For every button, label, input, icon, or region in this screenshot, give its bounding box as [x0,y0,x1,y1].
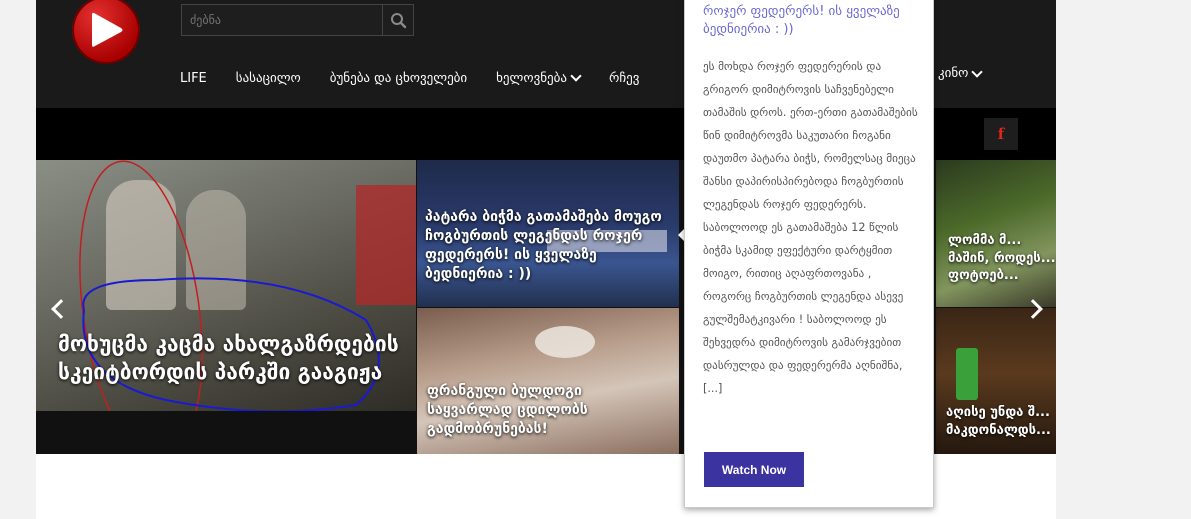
slide-old-man-skatepark[interactable]: მოხუცმა კაცმა ახალგაზრდების სკეიტბორდის … [36,160,416,411]
slide-lion[interactable]: ლომმა მ... მაშინ, როდეს... ფოტოებ... [936,160,1056,307]
popup-title[interactable]: როჯერ ფედერერს! ის ყველაზე ბედნიერია : )… [703,3,918,39]
slide-french-bulldog[interactable]: ფრანგული ბულდოგი საყვარლად ცდილობს გადმო… [417,308,679,454]
search-box [181,4,414,36]
nav-item-nature-animals[interactable]: ბუნება და ცხოველები [330,66,467,90]
chevron-down-icon [570,70,582,82]
slide-caption: პატარა ბიჭმა გათამაშება მოუგო ჩოგბურთის … [425,209,662,282]
slide-caption: აღისე უნდა შ... მაკდონალდს... [946,405,1051,438]
slide-federer-boy[interactable]: პატარა ბიჭმა გათამაშება მოუგო ჩოგბურთის … [417,160,679,307]
chevron-down-icon [971,65,984,78]
watch-now-button[interactable]: Watch Now [704,452,804,487]
play-logo-icon[interactable] [72,0,140,64]
nav-item-funny[interactable]: სასაცილო [236,66,301,90]
nav-item-life[interactable]: LIFE [180,66,207,90]
search-button[interactable] [382,5,413,35]
slide-caption: ლომმა მ... მაშინ, როდეს... ფოტოებ... [948,233,1056,284]
search-input[interactable] [182,5,398,35]
slide-mcdonalds[interactable]: აღისე უნდა შ... მაკდონალდს... [936,308,1056,454]
nav-item-art[interactable]: ხელოვნება [496,66,582,90]
popup-excerpt: ეს მოხდა როჯერ ფედერერის და გრიგორ დიმიტ… [703,60,918,395]
slide-image [535,326,595,358]
slide-preview-popup: როჯერ ფედერერს! ის ყველაზე ბედნიერია : )… [684,0,934,508]
nav-item-advice[interactable]: რჩევ [609,66,639,90]
search-icon [391,13,407,29]
main-nav: LIFE სასაცილო ბუნება და ცხოველები ხელოვნ… [180,65,984,90]
slide-caption: მოხუცმა კაცმა ახალგაზრდების სკეიტბორდის … [58,332,399,385]
slide-image [956,348,978,400]
nav-item-kino[interactable]: კინო [938,65,984,81]
facebook-icon[interactable]: f [984,118,1018,150]
slide-caption: ფრანგული ბულდოგი საყვარლად ცდილობს გადმო… [427,383,588,437]
